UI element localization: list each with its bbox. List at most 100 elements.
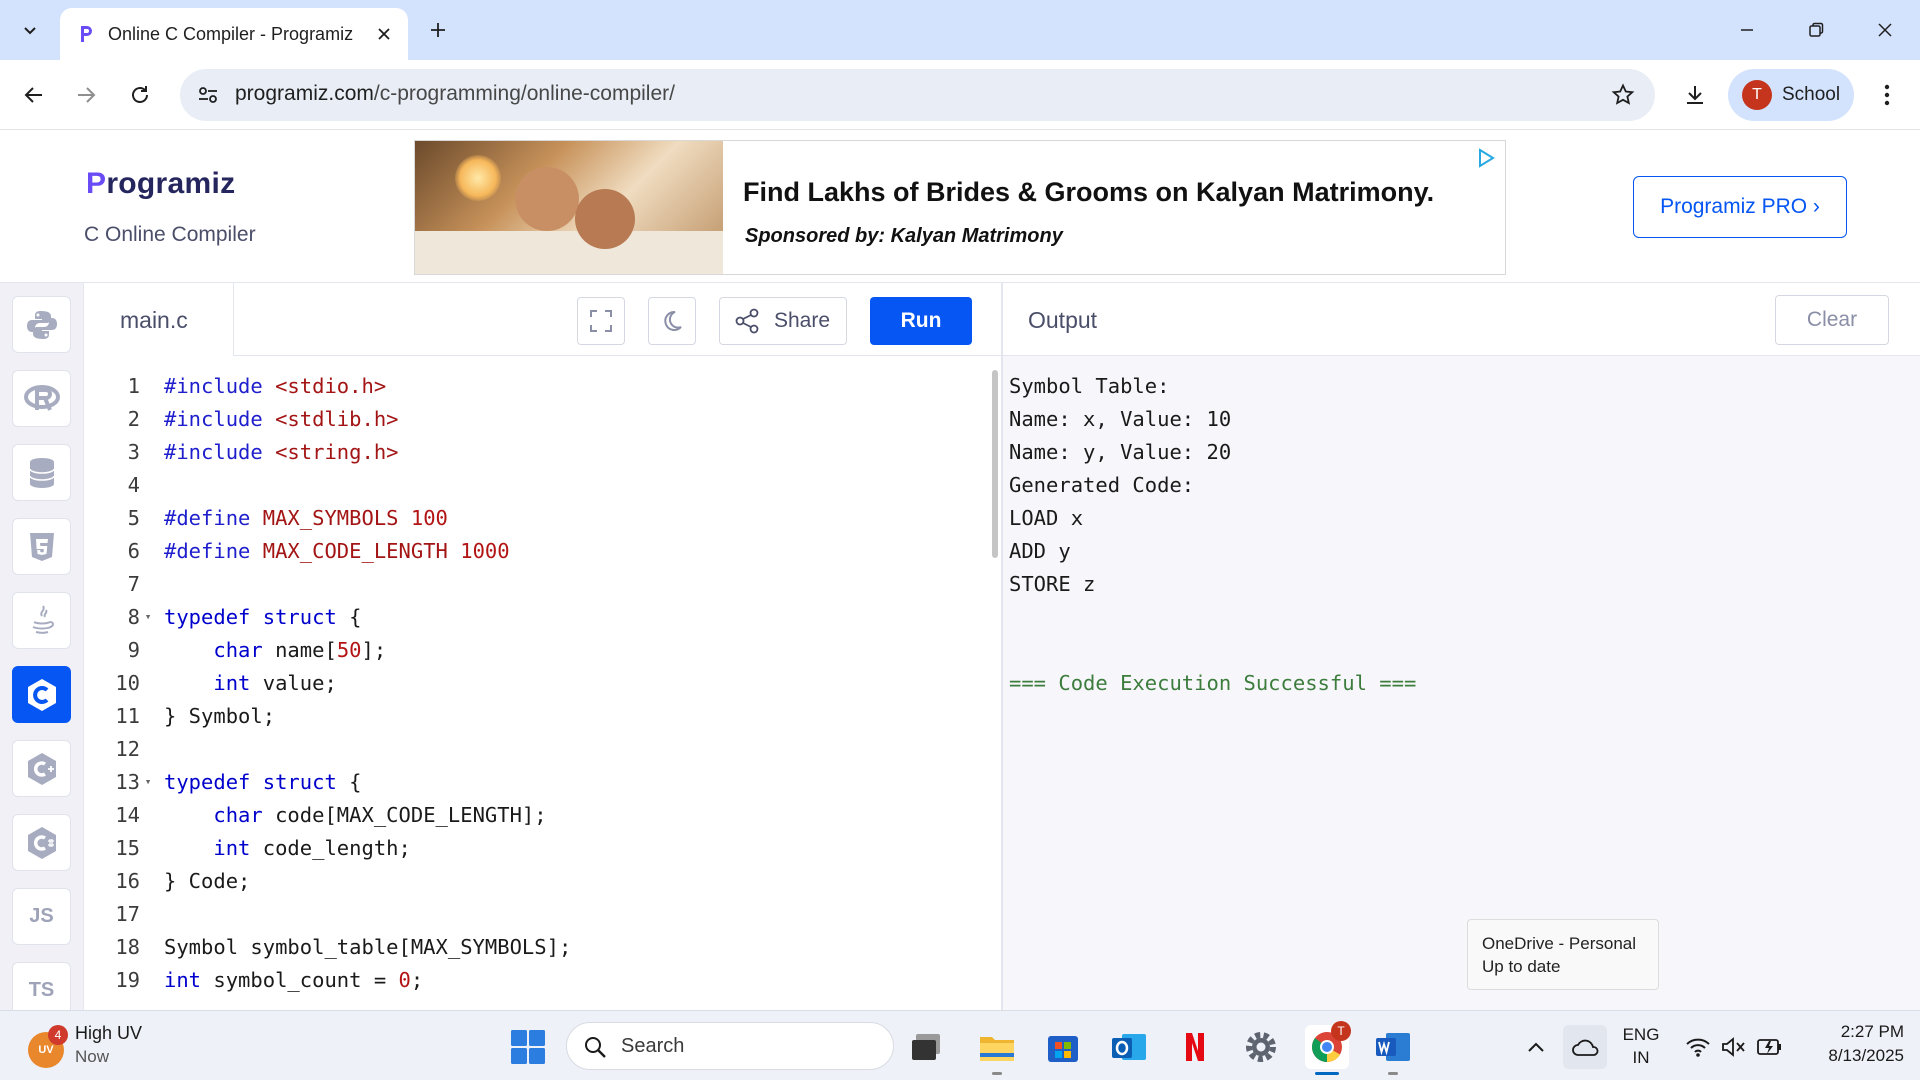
running-indicator: [992, 1072, 1002, 1075]
share-button[interactable]: Share: [719, 297, 847, 345]
code-text: Symbol symbol_table[MAX_SYMBOLS];: [164, 934, 572, 959]
bookmark-star-icon[interactable]: [1609, 81, 1637, 109]
battery-charging-icon[interactable]: [1748, 1025, 1792, 1069]
ad-choices-icon[interactable]: [1473, 145, 1499, 171]
fold-toggle[interactable]: ▾: [140, 775, 156, 788]
back-arrow-icon[interactable]: [16, 77, 52, 113]
show-hidden-icons-chevron-icon[interactable]: [1514, 1025, 1558, 1069]
clock-date: 8/13/2025: [1828, 1046, 1904, 1065]
profile-name: School: [1782, 84, 1841, 105]
sidebar-item-python[interactable]: [12, 296, 71, 353]
onedrive-cloud-icon[interactable]: [1563, 1025, 1607, 1069]
sidebar-item-ts[interactable]: TS: [12, 962, 71, 1010]
ad-banner[interactable]: Find Lakhs of Brides & Grooms on Kalyan …: [414, 140, 1506, 275]
editor-scrollbar-thumb[interactable]: [992, 370, 998, 558]
onedrive-notification[interactable]: OneDrive - Personal Up to date: [1467, 919, 1659, 990]
ad-sponsor: Sponsored by: Kalyan Matrimony: [745, 225, 1063, 247]
outlook-icon[interactable]: [1107, 1025, 1151, 1069]
close-tab-icon[interactable]: [372, 22, 396, 46]
close-window-icon[interactable]: [1863, 12, 1907, 48]
line-number: 4: [127, 472, 140, 497]
database-icon: [28, 457, 55, 488]
sidebar-item-java[interactable]: [12, 592, 71, 649]
new-tab-icon[interactable]: [424, 16, 452, 44]
file-explorer-icon[interactable]: [975, 1025, 1019, 1075]
programiz-logo[interactable]: Programiz: [86, 167, 235, 201]
chrome-icon[interactable]: T: [1305, 1021, 1351, 1075]
ad-image-person: [575, 189, 635, 249]
line-number: 6: [127, 538, 140, 563]
sidebar-item-js[interactable]: JS: [12, 888, 71, 945]
output-title: Output: [1028, 307, 1098, 333]
sidebar-item-sql[interactable]: [12, 444, 71, 501]
code-text: int symbol_count = 0;: [164, 967, 424, 992]
code-line: 2 #include <stdlib.h>: [84, 402, 984, 435]
run-button[interactable]: Run: [870, 297, 972, 345]
input-language-indicator[interactable]: ENG IN: [1616, 1023, 1666, 1069]
ad-image: [415, 141, 723, 274]
weather-title: High UV: [75, 1023, 143, 1043]
code-text: typedef struct {: [164, 604, 362, 629]
system-clock[interactable]: 2:27 PM 8/13/2025: [1794, 1020, 1904, 1068]
line-number: 19: [115, 967, 140, 992]
tab-search-button[interactable]: [10, 12, 50, 48]
word-icon[interactable]: [1371, 1025, 1415, 1075]
code-line: 18 Symbol symbol_table[MAX_SYMBOLS];: [84, 930, 984, 963]
weather-widget[interactable]: UV 4 High UV Now: [28, 1023, 168, 1069]
language-code: ENG: [1622, 1025, 1660, 1044]
page-subtitle: C Online Compiler: [84, 223, 256, 246]
sidebar-item-cpp[interactable]: [12, 740, 71, 797]
reload-icon[interactable]: [122, 77, 158, 113]
code-line: 6 #define MAX_CODE_LENGTH 1000: [84, 534, 984, 567]
windows-start-icon[interactable]: [506, 1025, 550, 1069]
code-line: 4: [84, 468, 984, 501]
download-icon[interactable]: [1675, 77, 1715, 113]
chevron-down-icon: [24, 27, 36, 35]
sidebar-item-html[interactable]: [12, 518, 71, 575]
code-line: 13 ▾ typedef struct {: [84, 765, 984, 798]
screen: Online C Compiler - Programiz programiz.…: [0, 0, 1920, 1080]
task-view-icon[interactable]: [904, 1025, 948, 1069]
js-icon: JS: [29, 905, 54, 927]
more-menu-icon[interactable]: [1872, 77, 1902, 113]
restore-icon[interactable]: [1794, 12, 1838, 48]
fullscreen-button[interactable]: [577, 297, 625, 345]
line-number: 5: [127, 505, 140, 530]
profile-button[interactable]: T School: [1728, 69, 1854, 121]
site-header: Programiz C Online Compiler Find Lakhs o…: [0, 131, 1920, 283]
forward-arrow-icon[interactable]: [68, 77, 104, 113]
site-settings-icon[interactable]: [194, 81, 222, 109]
notification-badge: 4: [48, 1025, 68, 1045]
code-line: 16} Code;: [84, 864, 984, 897]
clear-button[interactable]: Clear: [1775, 295, 1889, 345]
code-line: 5 #define MAX_SYMBOLS 100: [84, 501, 984, 534]
url-path: /c-programming/online-compiler/: [373, 82, 675, 105]
fullscreen-icon: [590, 310, 612, 332]
output-console: Symbol Table: Name: x, Value: 10 Name: y…: [1003, 356, 1920, 1010]
editor-scrollbar[interactable]: [990, 360, 1000, 988]
minimize-icon[interactable]: [1725, 12, 1769, 48]
code-editor[interactable]: 1 #include <stdio.h> 2 #include <stdlib.h>…: [84, 356, 1002, 1010]
line-number: 12: [115, 736, 140, 761]
theme-toggle-button[interactable]: [648, 297, 696, 345]
taskbar-search-box[interactable]: Search: [566, 1022, 894, 1070]
line-number: 9: [127, 637, 140, 662]
output-line: Symbol Table:: [1009, 373, 1170, 398]
browser-tab-active[interactable]: Online C Compiler - Programiz: [60, 8, 408, 60]
region-code: IN: [1632, 1048, 1650, 1067]
netflix-icon[interactable]: [1173, 1025, 1217, 1069]
sidebar-item-r[interactable]: [12, 370, 71, 427]
fold-toggle[interactable]: ▾: [140, 610, 156, 623]
code-line: 19 int symbol_count = 0;: [84, 963, 984, 996]
clock-time: 2:27 PM: [1840, 1022, 1904, 1041]
microsoft-store-icon[interactable]: [1041, 1025, 1085, 1069]
address-bar[interactable]: programiz.com/c-programming/online-compi…: [180, 69, 1655, 121]
sidebar-item-csharp[interactable]: [12, 814, 71, 871]
settings-gear-icon[interactable]: [1239, 1025, 1283, 1069]
programiz-pro-button[interactable]: Programiz PRO ›: [1633, 176, 1847, 238]
line-number: 10: [115, 670, 140, 695]
file-tab-main-c[interactable]: main.c: [84, 283, 234, 356]
sidebar-item-c[interactable]: [12, 666, 71, 723]
ad-headline: Find Lakhs of Brides & Grooms on Kalyan …: [743, 177, 1435, 207]
ad-image-sofa: [415, 231, 723, 274]
